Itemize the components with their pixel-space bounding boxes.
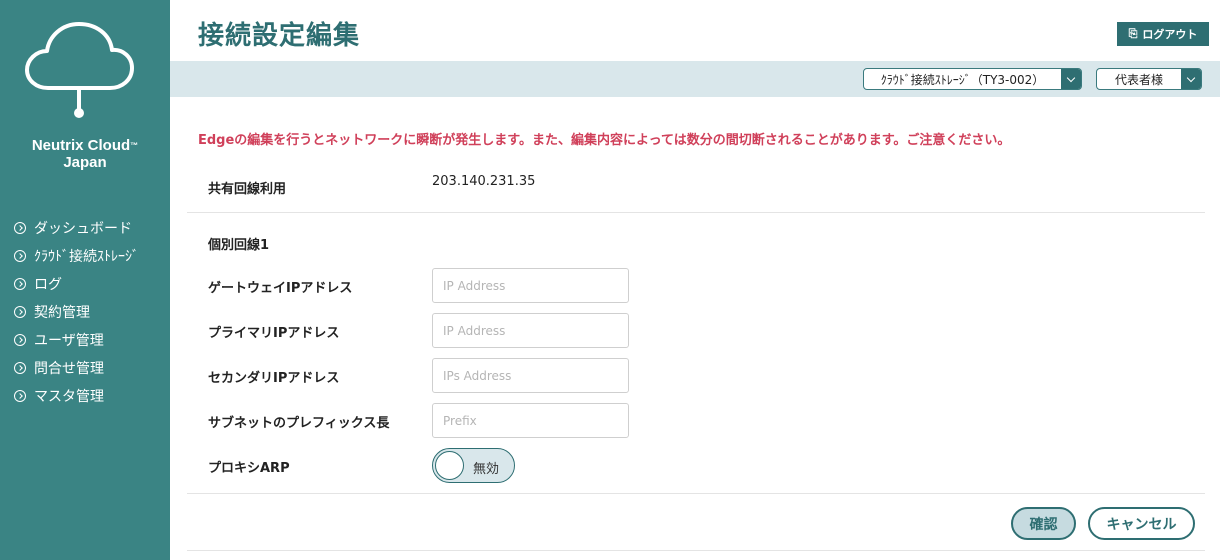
sidebar-item-contracts[interactable]: 契約管理 (14, 298, 139, 326)
cancel-button[interactable]: キャンセル (1088, 507, 1195, 540)
gateway-ip-label: ゲートウェイIPアドレス (208, 281, 353, 296)
logout-button[interactable]: ⎘ ログアウト (1117, 22, 1209, 46)
circle-chevron-right-icon (14, 278, 26, 290)
proxy-arp-label: プロキシARP (208, 461, 290, 476)
circle-chevron-right-icon (14, 222, 26, 234)
cloud-logo-icon (25, 22, 134, 118)
shared-line-value: 203.140.231.35 (432, 174, 536, 189)
logout-icon: ⎘ (1128, 27, 1138, 40)
secondary-ip-label: セカンダリIPアドレス (208, 371, 340, 386)
shared-line-label: 共有回線利用 (208, 182, 287, 197)
divider (187, 212, 1205, 213)
circle-chevron-right-icon (14, 334, 26, 346)
subnet-prefix-input[interactable] (432, 403, 629, 438)
divider (187, 550, 1205, 551)
gateway-ip-input[interactable] (432, 268, 629, 303)
sidebar-item-users[interactable]: ユーザ管理 (14, 326, 139, 354)
chevron-down-icon (1181, 69, 1201, 89)
primary-ip-label: プライマリIPアドレス (208, 326, 340, 341)
circle-chevron-right-icon (14, 250, 26, 262)
subnet-prefix-label: サブネットのプレフィックス長 (208, 416, 390, 431)
divider (187, 493, 1205, 494)
sidebar-item-inquiries[interactable]: 問合せ管理 (14, 354, 139, 382)
toggle-knob (435, 451, 464, 480)
page-title: 接続設定編集 (198, 21, 361, 51)
sidebar: Neutrix Cloud™ Japan ダッシュボード ｸﾗｳﾄﾞ接続ｽﾄﾚｰ… (0, 0, 170, 560)
proxy-arp-toggle[interactable]: 無効 (432, 448, 515, 483)
brand-name: Neutrix Cloud™ Japan (31, 137, 139, 171)
sidebar-item-master[interactable]: マスタ管理 (14, 382, 139, 410)
sidebar-item-dashboard[interactable]: ダッシュボード (14, 214, 139, 242)
sidebar-item-log[interactable]: ログ (14, 270, 139, 298)
secondary-ip-input[interactable] (432, 358, 629, 393)
user-select[interactable]: 代表者様 (1096, 68, 1202, 90)
warning-message: Edgeの編集を行うとネットワークに瞬断が発生します。また、編集内容によっては数… (198, 133, 1011, 148)
sidebar-item-cloud-storage[interactable]: ｸﾗｳﾄﾞ接続ｽﾄﾚｰｼﾞ (14, 242, 139, 270)
circle-chevron-right-icon (14, 362, 26, 374)
chevron-down-icon (1061, 69, 1081, 89)
section-title: 個別回線1 (208, 238, 270, 253)
circle-chevron-right-icon (14, 306, 26, 318)
sidebar-nav: ダッシュボード ｸﾗｳﾄﾞ接続ｽﾄﾚｰｼﾞ ログ 契約管理 ユーザ管理 問合せ管… (14, 214, 139, 410)
circle-chevron-right-icon (14, 390, 26, 402)
primary-ip-input[interactable] (432, 313, 629, 348)
confirm-button[interactable]: 確認 (1011, 507, 1076, 540)
storage-select[interactable]: ｸﾗｳﾄﾞ接続ｽﾄﾚｰｼﾞ（TY3-002） (863, 68, 1082, 90)
